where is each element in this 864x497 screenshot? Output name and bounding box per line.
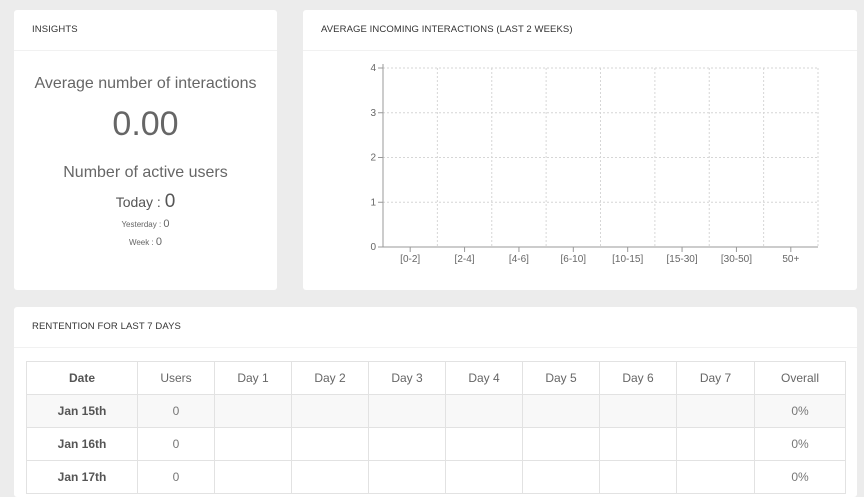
cell-day2 xyxy=(291,460,369,494)
cell-day5 xyxy=(522,427,600,461)
cell-day5 xyxy=(522,460,600,494)
cell-day5 xyxy=(522,394,600,428)
cell-day1 xyxy=(214,394,292,428)
x-tick-label: [15-30] xyxy=(666,254,697,265)
cell-users: 0 xyxy=(137,460,215,494)
col-header-users: Users xyxy=(137,361,215,395)
table-row: Jan 16th 0 0% xyxy=(26,427,846,461)
table-row: Jan 15th 0 0% xyxy=(26,394,846,428)
retention-panel: RENTENTION FOR LAST 7 DAYS Date Users Da… xyxy=(14,307,857,497)
cell-day2 xyxy=(291,427,369,461)
retention-title: RENTENTION FOR LAST 7 DAYS xyxy=(14,307,857,348)
interactions-chart-panel: AVERAGE INCOMING INTERACTIONS (LAST 2 WE… xyxy=(303,10,857,290)
cell-date: Jan 16th xyxy=(26,427,138,461)
col-header-day7: Day 7 xyxy=(676,361,755,395)
cell-overall: 0% xyxy=(754,460,846,494)
avg-interactions-label: Average number of interactions xyxy=(34,75,257,92)
cell-day3 xyxy=(368,394,446,428)
week-label: Week : xyxy=(128,238,156,247)
insights-panel: INSIGHTS Average number of interactions … xyxy=(14,10,277,290)
y-tick-label: 4 xyxy=(370,63,376,74)
x-tick-label: [2-4] xyxy=(455,254,475,265)
cell-users: 0 xyxy=(137,427,215,461)
week-stat: Week : 0 xyxy=(14,236,277,248)
y-tick-label: 2 xyxy=(370,153,376,164)
col-header-day2: Day 2 xyxy=(291,361,369,395)
x-tick-label: [0-2] xyxy=(400,254,420,265)
cell-date: Jan 17th xyxy=(26,460,138,494)
chart-title: AVERAGE INCOMING INTERACTIONS (LAST 2 WE… xyxy=(303,10,857,51)
today-stat: Today : 0 xyxy=(14,191,277,213)
insights-body: Average number of interactions 0.00 Numb… xyxy=(14,75,277,248)
cell-date: Jan 15th xyxy=(26,394,138,428)
x-tick-label: [6-10] xyxy=(561,254,587,265)
today-value: 0 xyxy=(164,191,176,212)
cell-day6 xyxy=(599,460,677,494)
yesterday-label: Yesterday : xyxy=(121,220,164,229)
cell-users: 0 xyxy=(137,394,215,428)
table-header-row: Date Users Day 1 Day 2 Day 3 Day 4 Day 5… xyxy=(26,361,846,395)
cell-day1 xyxy=(214,427,292,461)
x-tick-label: [4-6] xyxy=(509,254,529,265)
col-header-date: Date xyxy=(26,361,138,395)
today-label: Today : xyxy=(115,194,165,210)
insights-title: INSIGHTS xyxy=(14,10,277,51)
cell-day6 xyxy=(599,427,677,461)
col-header-day3: Day 3 xyxy=(368,361,446,395)
table-row: Jan 17th 0 0% xyxy=(26,460,846,494)
col-header-day4: Day 4 xyxy=(445,361,523,395)
cell-day4 xyxy=(445,427,523,461)
cell-day2 xyxy=(291,394,369,428)
retention-table: Date Users Day 1 Day 2 Day 3 Day 4 Day 5… xyxy=(26,361,846,494)
cell-day7 xyxy=(676,394,755,428)
x-tick-label: 50+ xyxy=(782,254,799,265)
chart-labels: 0 1 2 3 4 [0-2] [2-4] [4-6] [6-10] [10-15] [15-30]… xyxy=(370,63,799,265)
col-header-day1: Day 1 xyxy=(214,361,292,395)
col-header-overall: Overall xyxy=(754,361,846,395)
cell-day4 xyxy=(445,394,523,428)
interactions-chart: 0 1 2 3 4 [0-2] [2-4] [4-6] [6-10] [10-15] [15-30]… xyxy=(370,63,819,265)
avg-interactions-value: 0.00 xyxy=(112,105,179,143)
x-tick-label: [30-50] xyxy=(721,254,752,265)
active-users-label: Number of active users xyxy=(63,164,228,181)
col-header-day6: Day 6 xyxy=(599,361,677,395)
cell-day3 xyxy=(368,460,446,494)
y-tick-label: 0 xyxy=(370,242,376,253)
chart-grid xyxy=(383,67,819,247)
cell-day4 xyxy=(445,460,523,494)
cell-overall: 0% xyxy=(754,394,846,428)
cell-day1 xyxy=(214,460,292,494)
x-tick-label: [10-15] xyxy=(612,254,643,265)
col-header-day5: Day 5 xyxy=(522,361,600,395)
cell-day3 xyxy=(368,427,446,461)
cell-overall: 0% xyxy=(754,427,846,461)
yesterday-value: 0 xyxy=(163,218,170,230)
y-tick-label: 1 xyxy=(370,197,376,208)
cell-day7 xyxy=(676,460,755,494)
yesterday-stat: Yesterday : 0 xyxy=(14,218,277,230)
y-tick-label: 3 xyxy=(370,108,376,119)
week-value: 0 xyxy=(155,236,163,248)
cell-day7 xyxy=(676,427,755,461)
cell-day6 xyxy=(599,394,677,428)
